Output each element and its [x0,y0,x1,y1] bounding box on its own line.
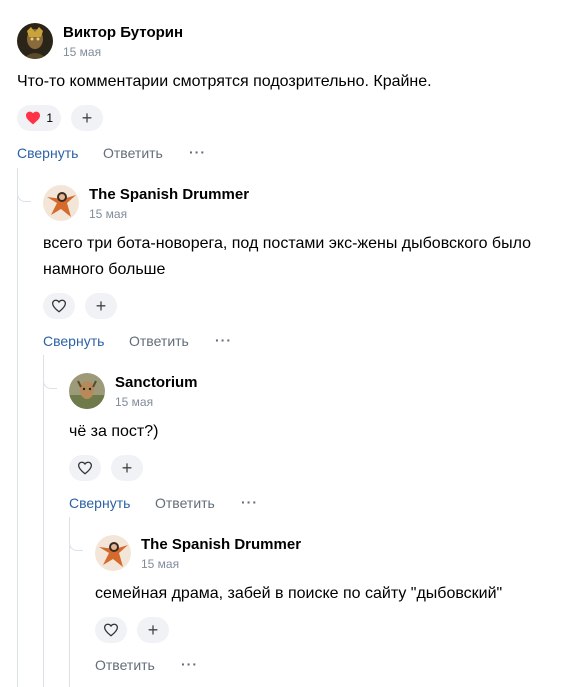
more-icon[interactable]: ··· [189,144,206,160]
like-button[interactable] [95,617,127,643]
thread-connector [17,186,31,202]
thread-line-level1 [17,168,18,687]
plus-icon: + [95,296,107,316]
heart-outline-icon [103,623,119,637]
author-name[interactable]: The Spanish Drummer [141,536,301,553]
comment-text: семейная драма, забей в поиске по сайту … [95,585,503,602]
comment-text: всего три бота-новорега, под постами экс… [43,235,532,278]
comment-date[interactable]: 15 мая [141,557,179,571]
avatar[interactable] [17,23,53,59]
avatar[interactable] [43,185,79,221]
like-button[interactable]: 1 [17,105,61,131]
more-icon[interactable]: ··· [215,332,232,348]
reply-button[interactable]: Ответить [129,333,189,349]
comment-text: чё за пост?) [69,423,159,440]
more-icon[interactable]: ··· [241,494,258,510]
like-button[interactable] [43,293,75,319]
like-button[interactable] [69,455,101,481]
author-name[interactable]: Виктор Буторин [63,24,183,41]
comment-text: Что-то комментарии смотрятся подозритель… [17,73,432,90]
heart-outline-icon [77,461,93,475]
author-name[interactable]: Sanctorium [115,374,198,391]
collapse-button[interactable]: Свернуть [43,333,104,349]
heart-outline-icon [51,299,67,313]
thread-line-level2 [43,355,44,687]
collapse-button[interactable]: Свернуть [17,145,78,161]
comment-date[interactable]: 15 мая [63,45,101,59]
reply-button[interactable]: Ответить [155,495,215,511]
plus-icon: + [121,458,133,478]
avatar[interactable] [95,535,131,571]
add-reaction-button[interactable]: + [137,617,169,643]
heart-icon [25,111,41,125]
thread-connector [69,535,83,551]
add-reaction-button[interactable]: + [85,293,117,319]
add-reaction-button[interactable]: + [71,105,103,131]
reply-button[interactable]: Ответить [95,657,155,673]
add-reaction-button[interactable]: + [111,455,143,481]
plus-icon: + [147,620,159,640]
comment-date[interactable]: 15 мая [115,395,153,409]
like-count: 1 [46,111,53,125]
thread-connector [43,373,57,389]
avatar[interactable] [69,373,105,409]
reply-button[interactable]: Ответить [103,145,163,161]
comment-date[interactable]: 15 мая [89,207,127,221]
collapse-button[interactable]: Свернуть [69,495,130,511]
author-name[interactable]: The Spanish Drummer [89,186,249,203]
more-icon[interactable]: ··· [181,656,198,672]
plus-icon: + [81,108,93,128]
